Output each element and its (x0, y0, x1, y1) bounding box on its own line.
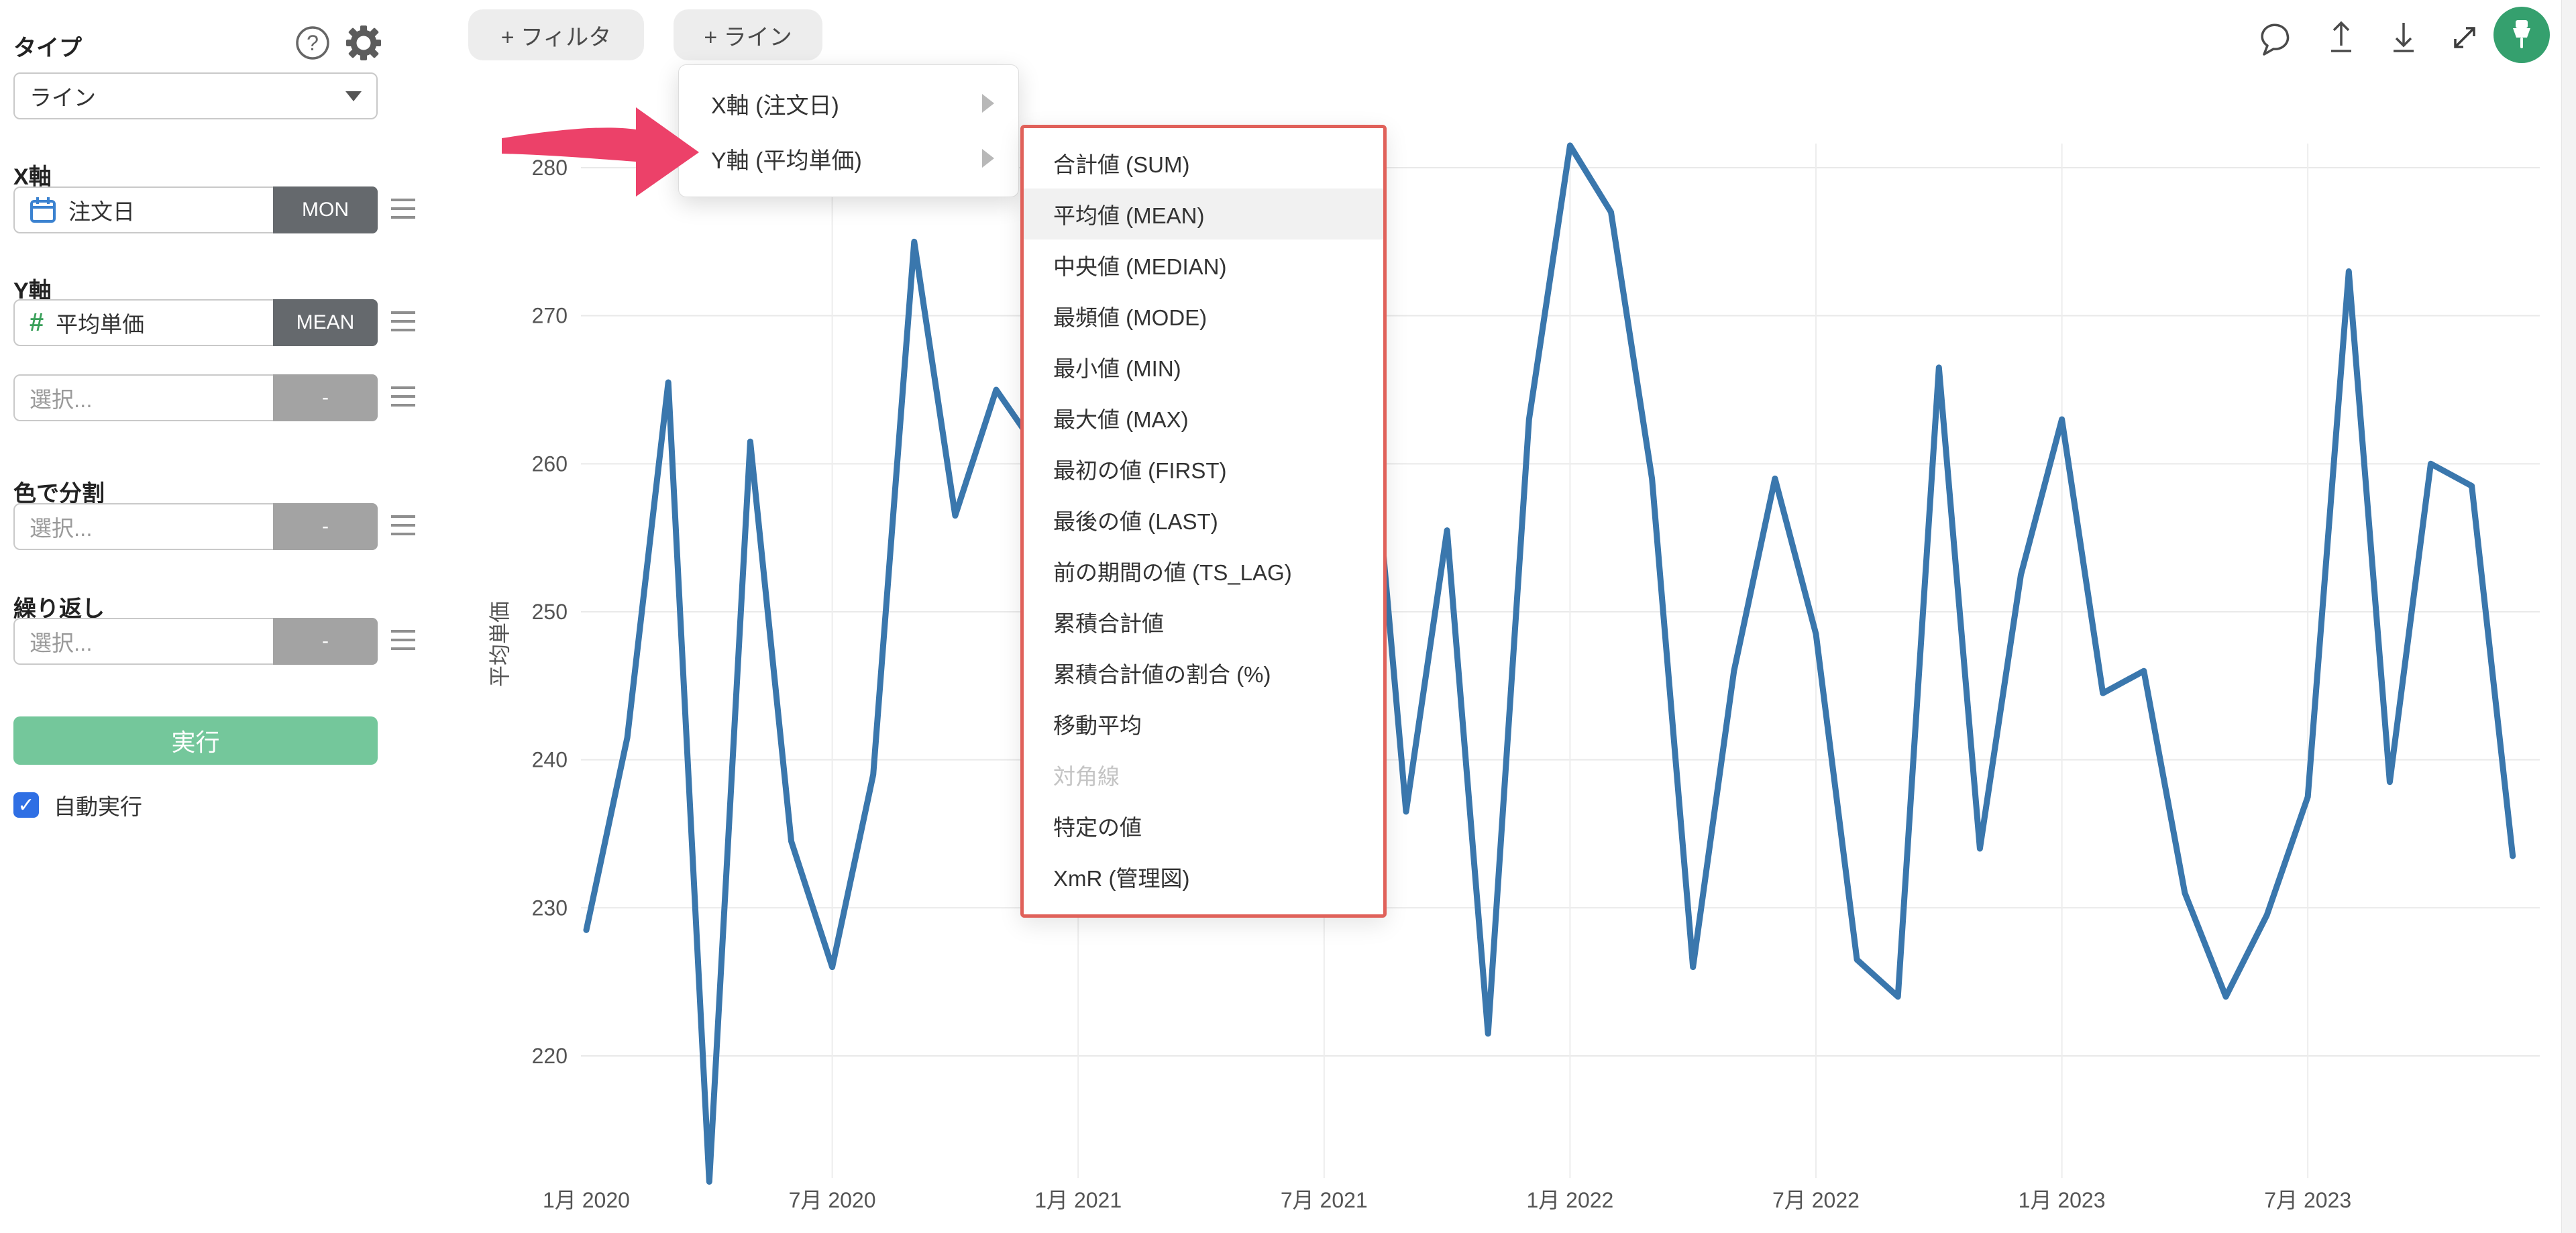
aggregation-menu-item[interactable]: 中央値 (MEDIAN) (1024, 239, 1383, 290)
x-tick-label: 7月 2021 (1281, 1188, 1368, 1212)
pin-icon[interactable] (2493, 7, 2550, 63)
submenu-arrow-icon (982, 149, 994, 168)
y-tick-label: 280 (532, 156, 568, 180)
aggregation-menu-item[interactable]: 最後の値 (LAST) (1024, 494, 1383, 545)
y-tick-label: 220 (532, 1044, 568, 1068)
x-tick-label: 1月 2020 (543, 1188, 630, 1212)
submenu-arrow-icon (982, 94, 994, 113)
line-menu-item[interactable]: X軸 (注文日) (679, 76, 1018, 131)
aggregation-menu-item[interactable]: 累積合計値の割合 (%) (1024, 647, 1383, 698)
expand-icon[interactable] (2455, 28, 2474, 47)
x-tick-label: 1月 2022 (1526, 1188, 1613, 1212)
aggregation-menu-item[interactable]: 最小値 (MIN) (1024, 341, 1383, 392)
aggregation-menu-item[interactable]: 累積合計値 (1024, 596, 1383, 647)
aggregation-menu-item[interactable]: 最大値 (MAX) (1024, 392, 1383, 443)
upload-icon[interactable] (2331, 23, 2351, 51)
x-tick-label: 1月 2021 (1034, 1188, 1122, 1212)
aggregation-menu-item[interactable]: XmR (管理図) (1024, 851, 1383, 902)
aggregation-menu-item[interactable]: 平均値 (MEAN) (1024, 189, 1383, 239)
line-menu-item[interactable]: Y軸 (平均単価) (679, 131, 1018, 186)
line-menu-item-label: X軸 (注文日) (711, 87, 839, 120)
download-icon[interactable] (2394, 23, 2414, 51)
y-tick-label: 250 (532, 600, 568, 624)
line-menu: X軸 (注文日) Y軸 (平均単価) (678, 64, 1019, 197)
aggregation-menu-item[interactable]: 移動平均 (1024, 698, 1383, 749)
y-tick-label: 240 (532, 748, 568, 772)
line-menu-item-label: Y軸 (平均単価) (711, 142, 862, 175)
x-tick-label: 7月 2020 (789, 1188, 876, 1212)
comment-icon[interactable] (2262, 25, 2288, 54)
y-tick-label: 270 (532, 304, 568, 328)
x-tick-label: 7月 2022 (1772, 1188, 1860, 1212)
aggregation-menu-item[interactable]: 最初の値 (FIRST) (1024, 443, 1383, 494)
aggregation-menu-item[interactable]: 合計値 (SUM) (1024, 138, 1383, 189)
aggregation-menu-item[interactable]: 特定の値 (1024, 800, 1383, 851)
x-tick-label: 7月 2023 (2264, 1188, 2351, 1212)
aggregation-menu-item[interactable]: 前の期間の値 (TS_LAG) (1024, 545, 1383, 596)
x-tick-label: 1月 2023 (2019, 1188, 2106, 1212)
data-line (586, 146, 2513, 1182)
topbar-icons (0, 0, 2576, 81)
aggregation-menu-item[interactable]: 最頻値 (MODE) (1024, 290, 1383, 341)
y-tick-label: 230 (532, 896, 568, 920)
y-tick-label: 260 (532, 451, 568, 476)
aggregation-menu-item: 対角線 (1024, 749, 1383, 800)
y-axis-title: 平均単価 (488, 601, 512, 687)
aggregation-submenu: 合計値 (SUM)平均値 (MEAN)中央値 (MEDIAN)最頻値 (MODE… (1020, 125, 1387, 918)
